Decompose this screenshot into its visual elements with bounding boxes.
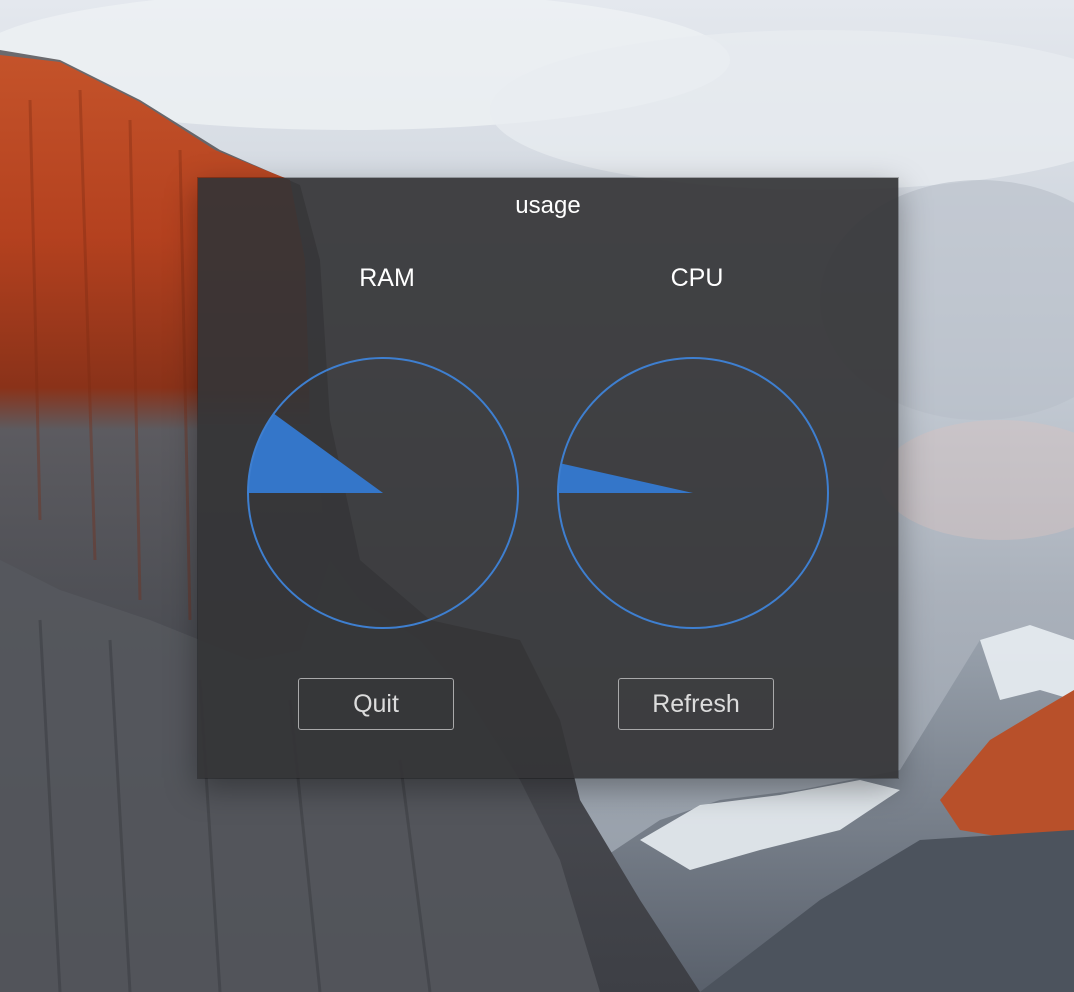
refresh-button[interactable]: Refresh bbox=[618, 678, 774, 730]
window-title: usage bbox=[515, 192, 581, 219]
ram-usage-gauge bbox=[247, 357, 519, 629]
usage-window: usage RAM CPU Quit Refresh bbox=[198, 178, 898, 778]
cpu-label: CPU bbox=[670, 264, 724, 292]
ram-usage-wedge bbox=[248, 413, 383, 493]
cpu-usage-wedge bbox=[558, 463, 693, 493]
ram-label: RAM bbox=[359, 264, 415, 292]
desktop-wallpaper: usage RAM CPU Quit Refresh bbox=[0, 0, 1074, 992]
quit-button[interactable]: Quit bbox=[298, 678, 454, 730]
cpu-usage-gauge bbox=[557, 357, 829, 629]
